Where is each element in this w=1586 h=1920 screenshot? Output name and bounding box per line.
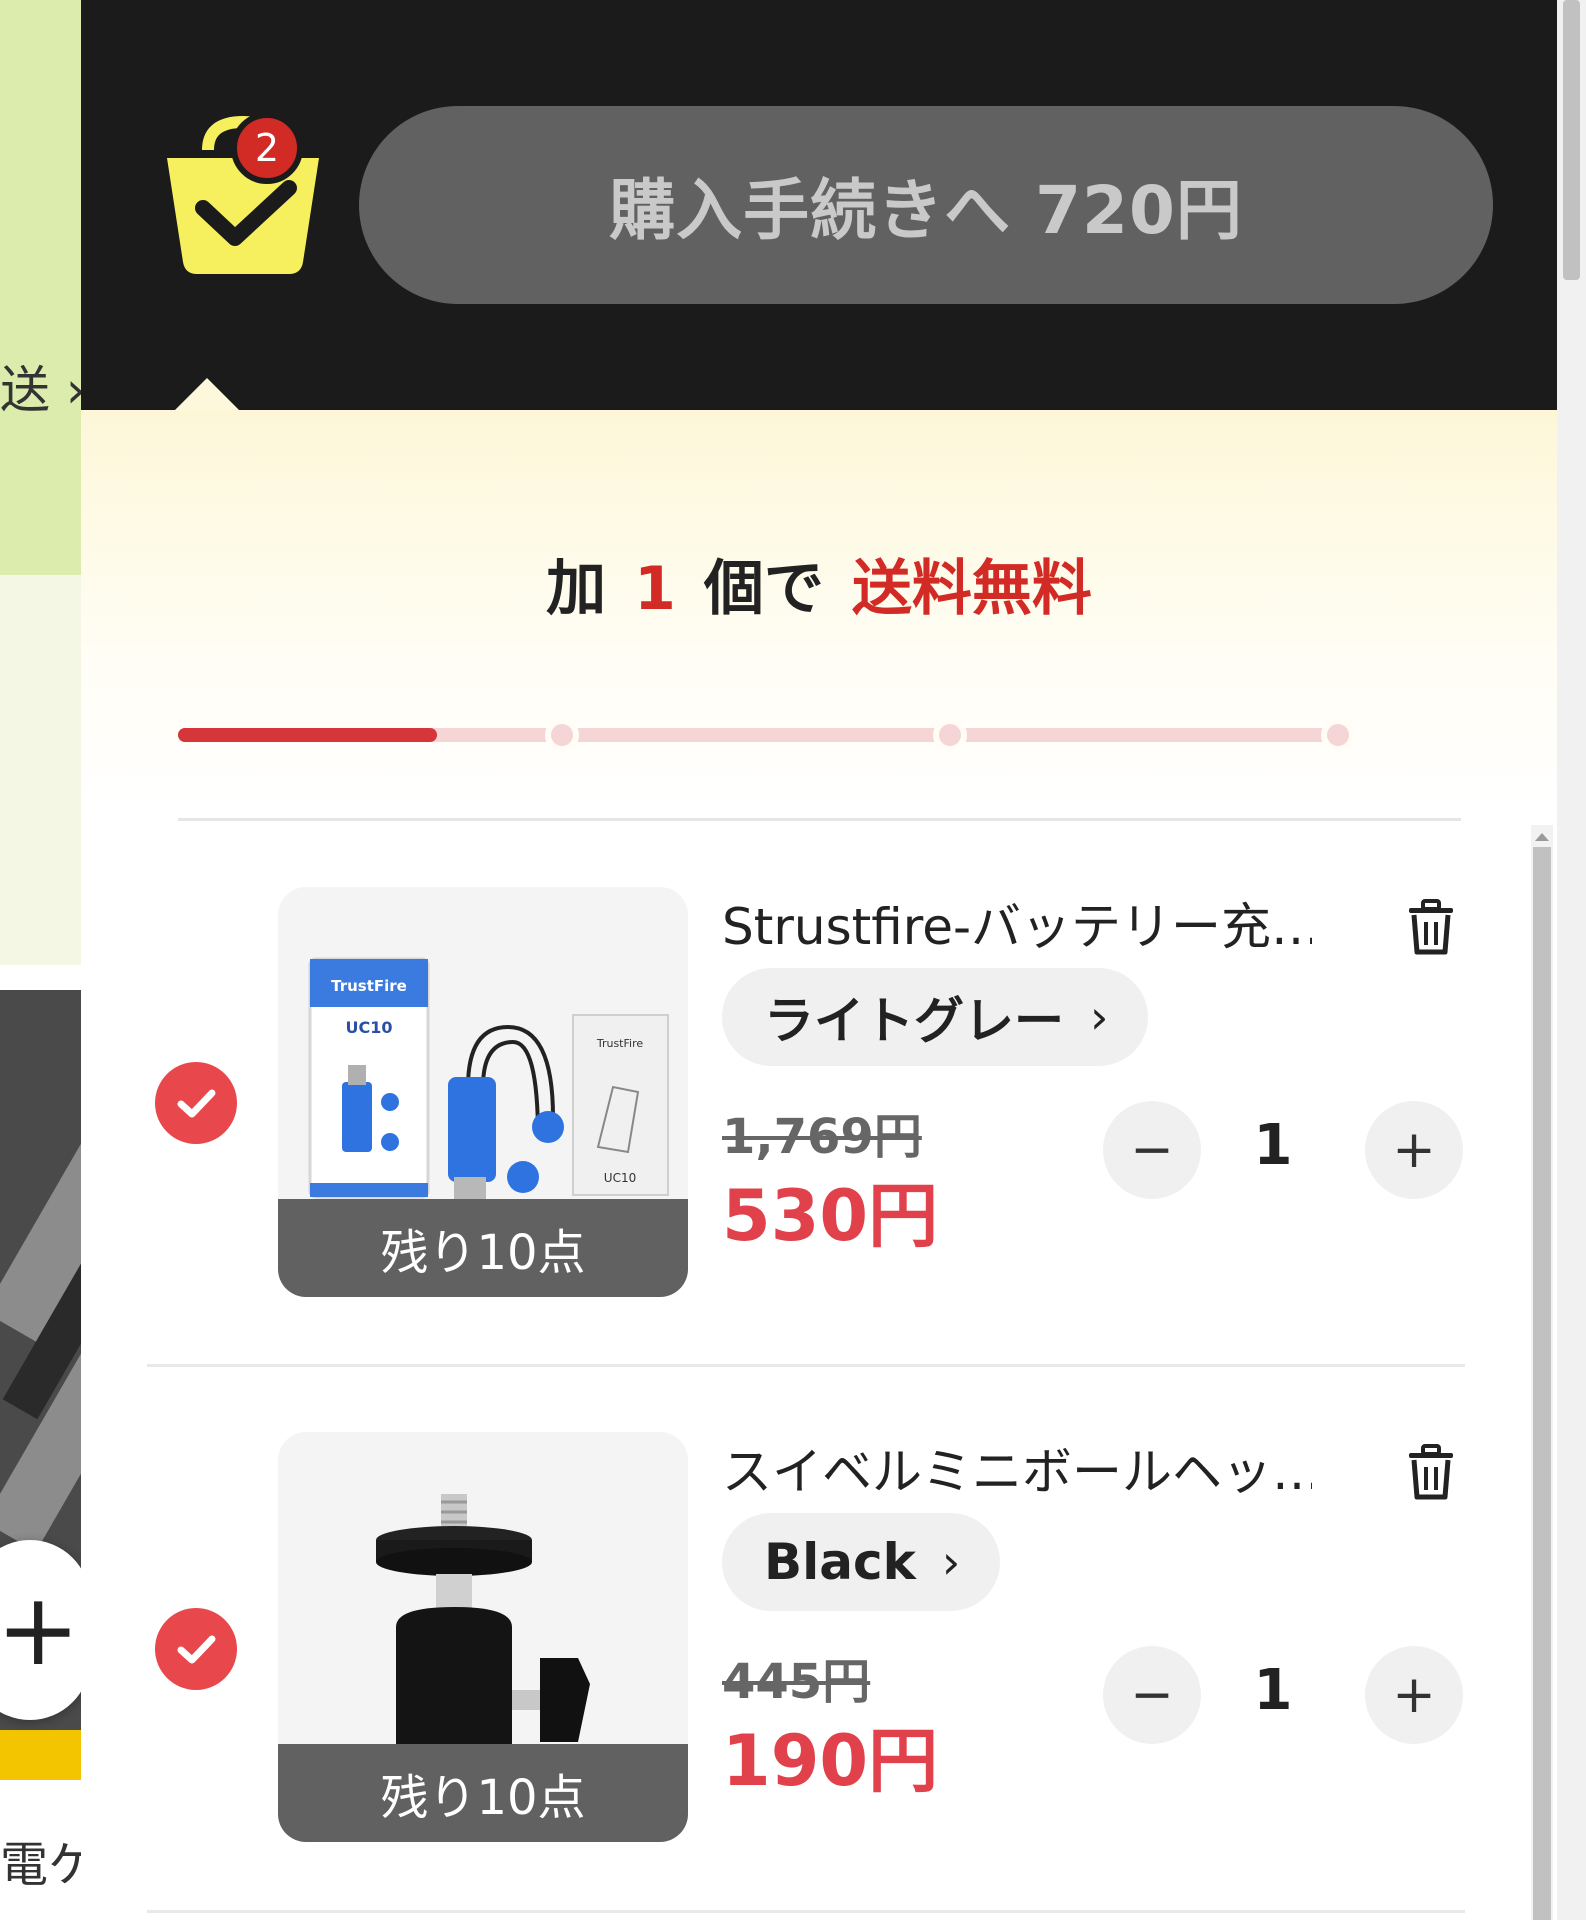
quantity-increment-button[interactable]: + [1365, 1646, 1463, 1744]
item-select-checkbox[interactable] [155, 1608, 237, 1690]
thumb-manual-model: UC10 [604, 1171, 636, 1185]
cart-item-list[interactable]: TrustFire UC10 TrustFire UC10 残り10点 Stru… [81, 825, 1557, 1920]
stock-remaining-label: 残り10点 [278, 1744, 688, 1842]
sale-price: 190円 [722, 1720, 939, 1802]
item-thumbnail[interactable]: TrustFire UC10 TrustFire UC10 残り10点 [278, 887, 688, 1297]
check-icon [177, 1635, 216, 1664]
shipping-free-label: 送料無料 [851, 554, 1092, 624]
progress-milestone [1321, 718, 1355, 752]
progress-milestone [545, 718, 579, 752]
shipping-remaining-count: 1 [634, 554, 676, 624]
chevron-right-icon: › [941, 1535, 961, 1589]
cart-item: TrustFire UC10 TrustFire UC10 残り10点 Stru… [81, 825, 1481, 1370]
quantity-decrement-button[interactable]: − [1103, 1646, 1201, 1744]
background-banner [0, 0, 90, 575]
chevron-right-icon: › [1090, 990, 1109, 1044]
quantity-increment-button[interactable]: + [1365, 1101, 1463, 1199]
background-product-band [0, 1730, 90, 1780]
check-icon [177, 1089, 216, 1118]
checkout-button[interactable]: 購入手続きへ 720円 [359, 106, 1493, 304]
background-add-button[interactable]: + [0, 1540, 90, 1720]
background-link-text[interactable]: 送 › [0, 350, 86, 422]
free-shipping-message: 加 1 個で 送料無料 [81, 540, 1557, 627]
variant-label: Black [764, 1533, 916, 1591]
progress-milestone [933, 718, 967, 752]
cart-header: 2 購入手続きへ 720円 [81, 0, 1557, 412]
shipping-progress-bar [178, 718, 1473, 752]
usb-charger-product-image: TrustFire UC10 TrustFire UC10 [308, 957, 669, 1202]
item-select-checkbox[interactable] [155, 1062, 237, 1144]
cart-item: 残り10点 スイベルミニボールヘッ… Black › 445円 190円 − 1 … [81, 1370, 1481, 1915]
background-section [0, 575, 90, 965]
cart-count-badge: 2 [231, 112, 303, 184]
scroll-up-arrow-icon[interactable] [1535, 833, 1549, 841]
ball-head-product-image [376, 1494, 590, 1752]
section-divider [178, 818, 1461, 821]
item-title[interactable]: スイベルミニボールヘッ… [722, 1432, 1312, 1504]
trash-icon[interactable] [1401, 897, 1461, 957]
variant-selector[interactable]: Black › [722, 1513, 1001, 1611]
cart-panel: 2 購入手続きへ 720円 加 1 個で 送料無料 TrustFire UC10… [81, 0, 1557, 1920]
thumb-brand-text: TrustFire [331, 977, 407, 995]
sale-price: 530円 [722, 1175, 939, 1257]
quantity-decrement-button[interactable]: − [1103, 1101, 1201, 1199]
quantity-value: 1 [1253, 1113, 1293, 1178]
trash-icon[interactable] [1401, 1442, 1461, 1502]
shipping-progress-fill [178, 728, 437, 742]
stock-remaining-label: 残り10点 [278, 1199, 688, 1297]
item-title[interactable]: Strustfire-バッテリー充… [722, 887, 1312, 959]
variant-selector[interactable]: ライトグレー › [722, 968, 1149, 1066]
item-divider [147, 1364, 1465, 1367]
variant-label: ライトグレー [764, 992, 1064, 1050]
original-price: 445円 [722, 1654, 871, 1710]
cart-list-scrollbar[interactable] [1531, 825, 1553, 1920]
shipping-prefix: 加 [546, 554, 607, 624]
item-divider [147, 1910, 1465, 1913]
thumb-manual-brand: TrustFire [596, 1037, 644, 1050]
thumb-model-text: UC10 [346, 1018, 393, 1037]
panel-caret [173, 378, 241, 412]
page-scroll-thumb[interactable] [1563, 0, 1580, 280]
shipping-middle: 個で [703, 554, 824, 624]
quantity-value: 1 [1253, 1658, 1293, 1723]
cart-list-scroll-thumb[interactable] [1533, 847, 1551, 1920]
page-scrollbar[interactable] [1557, 0, 1586, 1920]
free-shipping-progress: 加 1 個で 送料無料 [81, 410, 1557, 810]
original-price: 1,769円 [722, 1109, 922, 1165]
item-thumbnail[interactable]: 残り10点 [278, 1432, 688, 1842]
